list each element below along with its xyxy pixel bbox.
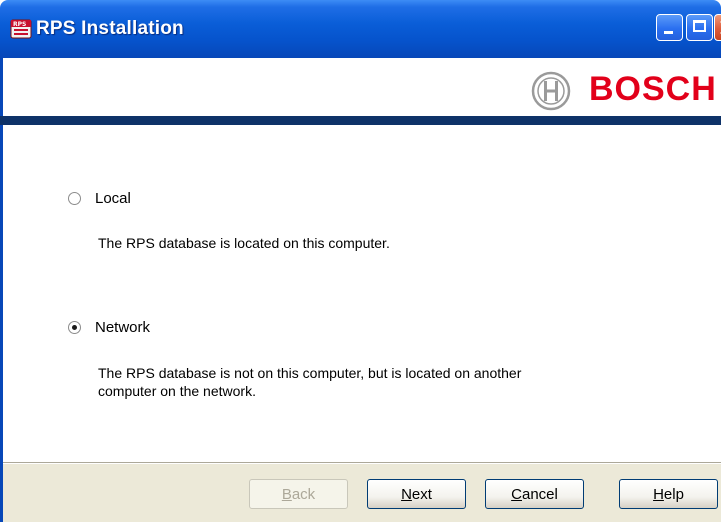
next-button-mnemonic: N [401,485,412,503]
next-button[interactable]: Next [367,479,466,509]
back-button-label: ack [291,485,316,503]
help-button-label: elp [663,485,684,503]
wizard-header: BOSCH [0,58,721,116]
bosch-logo-icon [531,71,571,111]
option-network-label[interactable]: Network [95,319,150,336]
option-network-description-line2: computer on the network. [98,383,256,399]
close-icon [720,20,721,35]
cancel-button-label: ancel [521,485,558,503]
title-bar[interactable]: RPS RPS Installation [0,0,721,58]
back-button[interactable]: Back [249,479,348,509]
option-local-description: The RPS database is located on this comp… [98,235,390,251]
option-network-description-line1: The RPS database is not on this computer… [98,365,522,381]
option-local[interactable]: Local [68,190,131,207]
option-network-description: The RPS database is not on this computer… [98,364,658,400]
option-network[interactable]: Network [68,319,150,336]
next-button-label: ext [411,485,432,503]
footer-separator [3,462,721,464]
minimize-button[interactable] [656,14,683,41]
back-button-mnemonic: B [281,485,292,503]
maximize-button[interactable] [686,14,713,41]
radio-local[interactable] [68,192,81,205]
cancel-button[interactable]: Cancel [485,479,584,509]
minimize-icon [664,31,673,34]
help-button-mnemonic: H [653,485,664,503]
wizard-footer: Back Next Cancel Help [0,462,721,522]
window-title: RPS Installation [36,18,184,39]
cancel-button-mnemonic: C [511,485,522,503]
maximize-icon [693,20,706,32]
radio-network[interactable] [68,321,81,334]
option-local-label[interactable]: Local [95,190,131,207]
wizard-body: Local The RPS database is located on thi… [0,125,721,462]
rps-app-icon: RPS [10,19,32,39]
help-button[interactable]: Help [619,479,718,509]
svg-text:RPS: RPS [13,21,26,28]
installer-window: RPS RPS Installation BOSCH Local The RPS… [0,0,721,522]
close-button[interactable] [714,14,721,41]
bosch-brand-text: BOSCH [589,70,717,108]
header-divider [0,116,721,125]
